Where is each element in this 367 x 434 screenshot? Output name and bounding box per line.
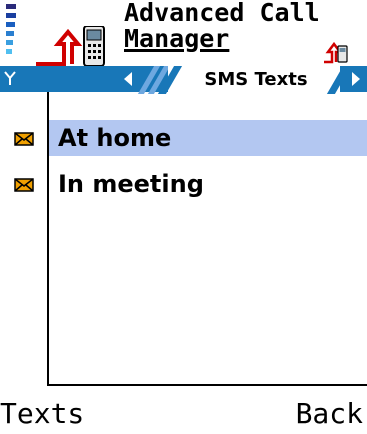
envelope-icon	[14, 177, 34, 192]
signal-strength-indicator	[6, 4, 20, 70]
envelope-icon	[14, 131, 34, 146]
antenna-icon	[4, 70, 16, 86]
tab-sms-texts-label: SMS Texts	[204, 69, 308, 90]
list-item-in-meeting[interactable]: In meeting	[0, 166, 367, 202]
softkey-right-back[interactable]: Back	[296, 396, 363, 432]
tab-right-arrow-icon[interactable]	[352, 72, 360, 86]
list-item-at-home[interactable]: At home	[0, 120, 367, 156]
tab-left-arrow-icon[interactable]	[124, 72, 132, 86]
softkey-left-texts[interactable]: Texts	[0, 396, 84, 432]
content-frame-bottom	[47, 384, 367, 386]
app-phone-icon	[34, 25, 114, 68]
app-title-line1: Advanced Call	[124, 0, 320, 27]
list-item-label: In meeting	[58, 170, 204, 198]
small-phone-icon	[322, 41, 348, 64]
list-item-label: At home	[58, 124, 172, 152]
